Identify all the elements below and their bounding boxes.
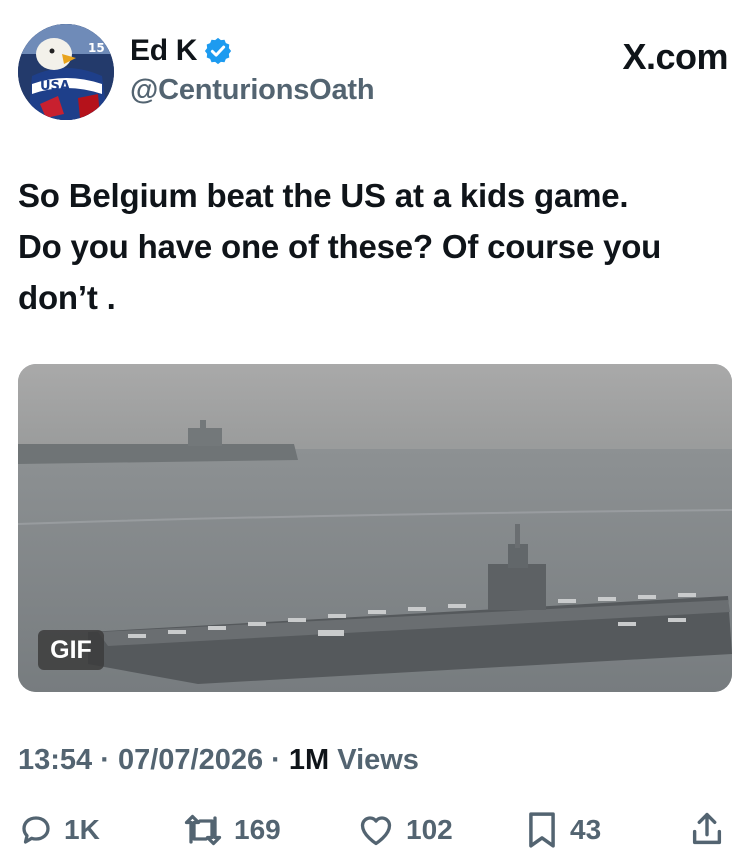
share-icon [692,812,722,845]
x-brand-label: X.com [622,36,728,77]
meta-separator: · [92,744,118,776]
bookmark-button[interactable]: 43 [524,808,601,852]
display-name[interactable]: Ed K [130,34,197,68]
reply-icon [22,816,50,844]
gif-badge: GIF [38,630,104,670]
like-button[interactable]: 102 [356,808,453,852]
repost-button[interactable]: 169 [182,808,281,852]
post-text: So Belgium beat the US at a kids game. D… [18,170,732,323]
repost-icon [184,814,222,846]
post-text-line: So Belgium beat the US at a kids game. [18,177,629,214]
views-label: Views [329,744,419,776]
user-names: Ed K @CenturionsOath [130,32,375,107]
svg-text:USA: USA [40,79,70,94]
meta-separator: · [263,744,289,776]
verified-badge-icon [203,36,233,66]
repost-count: 169 [234,814,281,845]
post-meta: 13:54 · 07/07/2026 · 1M Views [18,744,419,777]
avatar[interactable]: USA 15 [18,24,114,120]
post-text-line: Do you have one of these? Of course you [18,228,662,265]
post-time[interactable]: 13:54 [18,744,92,776]
reply-button[interactable]: 1K [18,808,100,852]
heart-icon [360,816,392,846]
like-count: 102 [406,814,453,845]
bookmark-icon [529,812,555,848]
bookmark-count: 43 [570,814,602,845]
user-handle[interactable]: @CenturionsOath [130,74,375,107]
usa-hockey-eagle-avatar-icon: USA 15 [18,24,114,120]
aircraft-carrier-image [18,364,732,692]
display-name-row: Ed K [130,32,374,70]
share-button[interactable] [690,808,734,852]
gif-media[interactable]: GIF [18,364,732,692]
action-bar: 1K 169 102 43 [18,808,732,852]
views-count: 1M [288,744,330,776]
svg-text:15: 15 [88,41,105,55]
post-header: USA 15 Ed K @CenturionsOath X.com [18,24,732,124]
post-date[interactable]: 07/07/2026 [118,744,263,776]
post-text-line: don’t . [18,279,116,316]
reply-count: 1K [64,814,100,845]
